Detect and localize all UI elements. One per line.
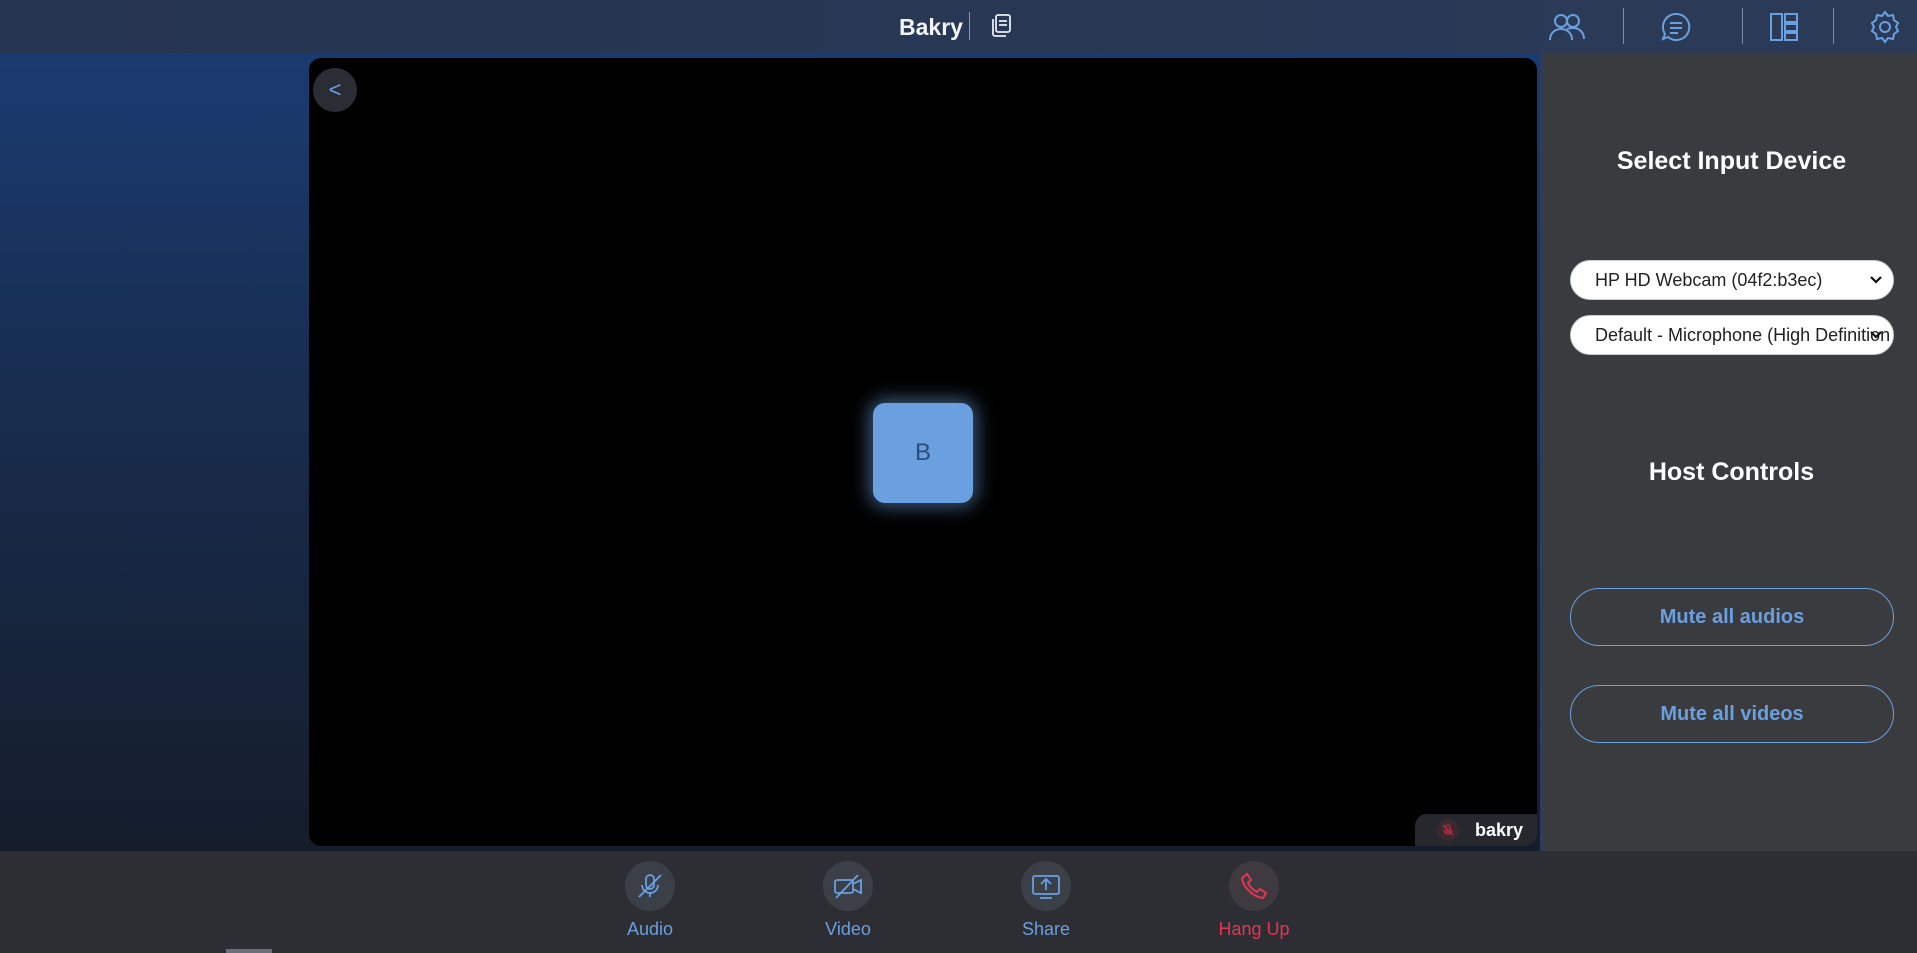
participant-avatar: B — [873, 403, 973, 503]
share-label: Share — [1021, 919, 1071, 939]
mic-muted-icon — [1437, 819, 1459, 841]
chat-icon — [1661, 12, 1691, 41]
video-label: Video — [825, 919, 871, 939]
mute-all-audios-button[interactable]: Mute all audios — [1570, 588, 1894, 646]
title-divider — [969, 12, 970, 40]
host-controls-heading: Host Controls — [1648, 458, 1815, 486]
chevron-down-icon — [1870, 331, 1882, 339]
video-button[interactable]: Video — [793, 861, 903, 940]
copy-link-button[interactable] — [986, 11, 1016, 41]
participants-icon — [1549, 14, 1585, 41]
participant-name: bakry — [1475, 819, 1524, 840]
collapse-button[interactable]: < — [313, 68, 357, 112]
settings-icon — [1870, 10, 1900, 44]
camera-select-value: HP HD Webcam (04f2:b3ec) — [1595, 269, 1823, 290]
scroll-indicator — [226, 949, 272, 953]
header-toolbar — [1540, 0, 1917, 53]
share-toggle[interactable] — [1021, 861, 1071, 911]
video-toggle[interactable] — [823, 861, 873, 911]
copy-icon — [992, 14, 1011, 37]
participants-button[interactable] — [1545, 7, 1589, 47]
hang-up-button[interactable]: Hang Up — [1199, 861, 1309, 940]
settings-panel: Select Input Device HP HD Webcam (04f2:b… — [1540, 53, 1917, 851]
chevron-down-icon — [1870, 276, 1882, 284]
hang-up-toggle[interactable] — [1229, 861, 1279, 911]
mic-off-icon — [638, 874, 662, 898]
camera-select[interactable]: HP HD Webcam (04f2:b3ec) — [1570, 260, 1894, 300]
phone-icon — [1240, 872, 1268, 900]
screen-share-icon — [1032, 875, 1060, 899]
toolbar-divider — [1833, 8, 1834, 44]
call-controls-bar: Audio Video Share Hang Up — [0, 851, 1917, 953]
mute-all-videos-button[interactable]: Mute all videos — [1570, 685, 1894, 743]
camera-off-icon — [834, 874, 862, 899]
audio-toggle[interactable] — [625, 861, 675, 911]
input-device-heading: Select Input Device — [1616, 147, 1847, 175]
chat-button[interactable] — [1654, 7, 1698, 47]
microphone-select-value: Default - Microphone (High Definition Au… — [1595, 324, 1893, 345]
participant-name-tag: bakry — [1415, 814, 1537, 846]
hang-up-label: Hang Up — [1218, 919, 1290, 939]
layout-button[interactable] — [1762, 7, 1806, 47]
video-stage: < B bakry — [309, 58, 1537, 846]
microphone-select[interactable]: Default - Microphone (High Definition Au… — [1570, 315, 1894, 355]
layout-icon — [1770, 13, 1798, 41]
audio-label: Audio — [626, 919, 674, 939]
toolbar-divider — [1742, 8, 1743, 44]
share-button[interactable]: Share — [991, 861, 1101, 940]
room-title: Bakry — [899, 14, 963, 40]
audio-button[interactable]: Audio — [595, 861, 705, 940]
toolbar-divider — [1623, 8, 1624, 44]
settings-button[interactable] — [1863, 7, 1907, 47]
